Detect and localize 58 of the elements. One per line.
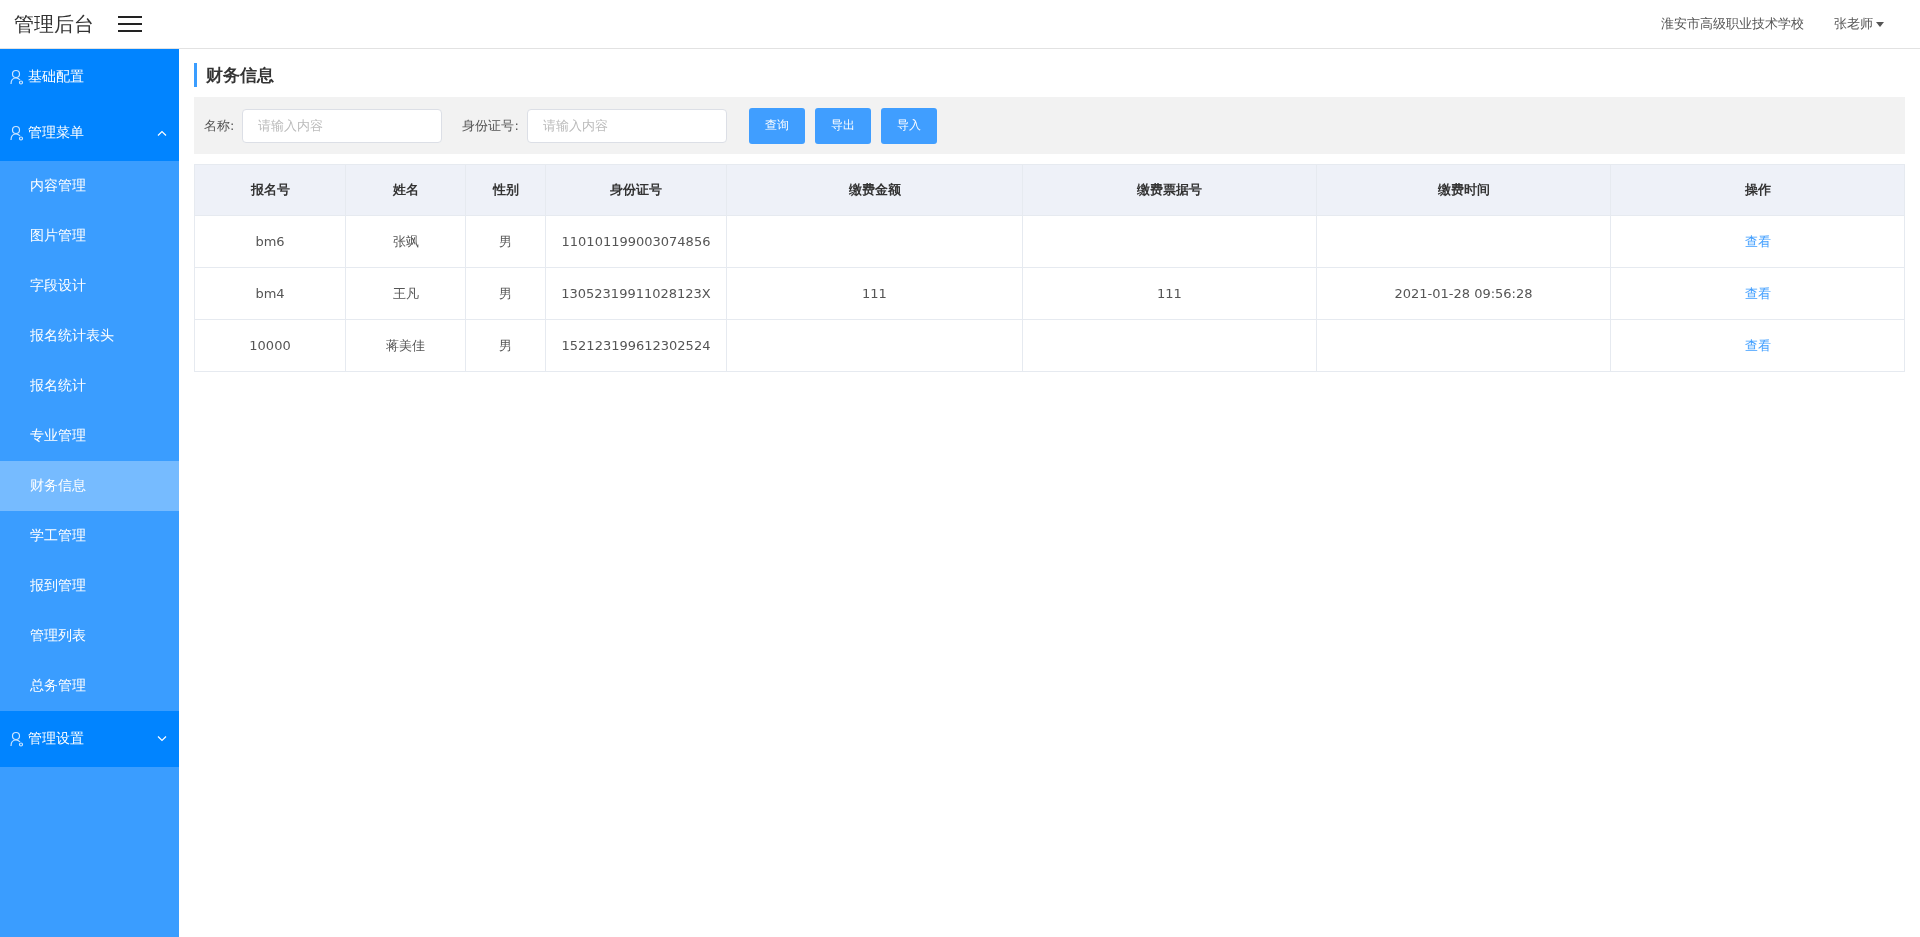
sidebar-item[interactable]: 总务管理 bbox=[0, 661, 179, 711]
sidebar-item[interactable]: 报到管理 bbox=[0, 561, 179, 611]
sidebar-group[interactable]: 管理设置 bbox=[0, 711, 179, 767]
user-icon bbox=[10, 69, 24, 85]
school-name: 淮安市高级职业技术学校 bbox=[1661, 15, 1804, 33]
toolbar-button[interactable]: 导入 bbox=[880, 107, 937, 144]
sidebar-item[interactable]: 内容管理 bbox=[0, 161, 179, 211]
table-cell: 张飒 bbox=[345, 215, 466, 268]
sidebar-item[interactable]: 字段设计 bbox=[0, 261, 179, 311]
column-header: 身份证号 bbox=[545, 164, 727, 216]
column-header: 报名号 bbox=[194, 164, 346, 216]
sidebar-item[interactable]: 图片管理 bbox=[0, 211, 179, 261]
column-header: 性别 bbox=[465, 164, 546, 216]
table-cell: 男 bbox=[465, 215, 546, 268]
view-link[interactable]: 查看 bbox=[1744, 233, 1771, 249]
table-cell: 110101199003074856 bbox=[545, 215, 727, 268]
table-cell: 152123199612302524 bbox=[545, 319, 727, 372]
table-cell: 13052319911028123X bbox=[545, 267, 727, 320]
chevron-down-icon bbox=[157, 736, 167, 742]
column-header: 缴费票据号 bbox=[1022, 164, 1317, 216]
sidebar-item[interactable]: 报名统计表头 bbox=[0, 311, 179, 361]
table-cell: 111 bbox=[726, 267, 1023, 320]
input-field[interactable]: 请输入内容 bbox=[526, 108, 727, 143]
user-menu[interactable]: 张老师 bbox=[1834, 15, 1884, 33]
caret-icon bbox=[1876, 21, 1884, 27]
view-link[interactable]: 查看 bbox=[1744, 337, 1771, 353]
field-label: 身份证号: bbox=[462, 116, 519, 135]
table-cell: bm4 bbox=[194, 267, 346, 320]
table-cell: 10000 bbox=[194, 319, 346, 372]
column-header: 缴费金额 bbox=[726, 164, 1023, 216]
column-header: 姓名 bbox=[345, 164, 466, 216]
table-cell: 男 bbox=[465, 267, 546, 320]
column-header: 缴费时间 bbox=[1316, 164, 1611, 216]
toolbar-button[interactable]: 导出 bbox=[814, 107, 871, 144]
sidebar-item[interactable]: 报名统计 bbox=[0, 361, 179, 411]
field-label: 名称: bbox=[204, 116, 235, 135]
table-cell: 蒋美佳 bbox=[345, 319, 466, 372]
table-cell: 男 bbox=[465, 319, 546, 372]
chevron-up-icon bbox=[157, 130, 167, 136]
menu-icon[interactable] bbox=[118, 14, 142, 34]
app-title: 管理后台 bbox=[14, 10, 94, 38]
user-icon bbox=[10, 731, 24, 747]
column-header: 操作 bbox=[1610, 164, 1905, 216]
table-cell: bm6 bbox=[194, 215, 346, 268]
input-field[interactable]: 请输入内容 bbox=[242, 108, 443, 143]
sidebar-group[interactable]: 管理菜单 bbox=[0, 105, 179, 161]
page-title: 财务信息 bbox=[194, 63, 1905, 87]
toolbar-button[interactable]: 查询 bbox=[748, 107, 805, 144]
sidebar-item[interactable]: 财务信息 bbox=[0, 461, 179, 511]
sidebar-group[interactable]: 基础配置 bbox=[0, 49, 179, 105]
user-icon bbox=[10, 125, 24, 141]
sidebar-item[interactable]: 管理列表 bbox=[0, 611, 179, 661]
table-cell: 111 bbox=[1022, 267, 1317, 320]
table-cell: 王凡 bbox=[345, 267, 466, 320]
view-link[interactable]: 查看 bbox=[1744, 285, 1771, 301]
sidebar-item[interactable]: 专业管理 bbox=[0, 411, 179, 461]
table-cell: 2021-01-28 09:56:28 bbox=[1316, 267, 1611, 320]
sidebar-item[interactable]: 学工管理 bbox=[0, 511, 179, 561]
